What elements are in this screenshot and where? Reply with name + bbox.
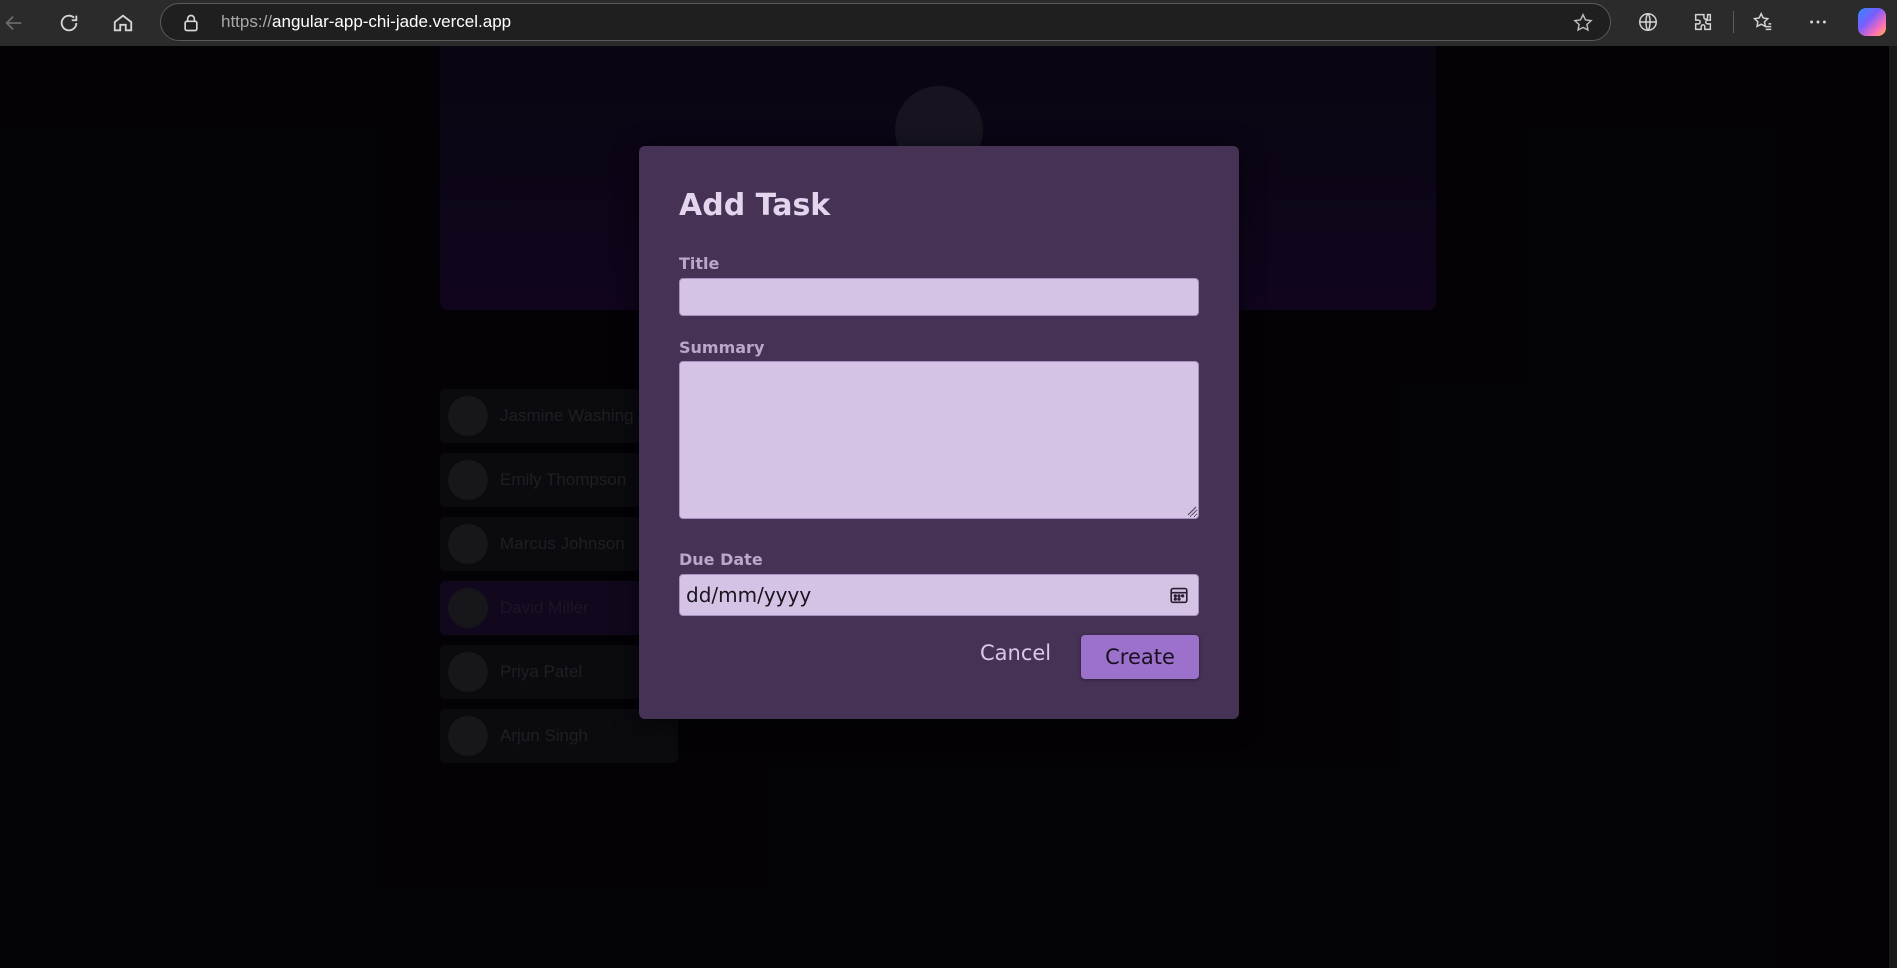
extensions-icon[interactable] <box>1690 9 1716 35</box>
dialog-title: Add Task <box>679 188 831 223</box>
browser-toolbar: https://angular-app-chi-jade.vercel.app <box>0 0 1897 46</box>
refresh-icon[interactable] <box>53 7 85 39</box>
cancel-button[interactable]: Cancel <box>970 632 1061 674</box>
create-button[interactable]: Create <box>1081 635 1199 679</box>
url-host: angular-app-chi-jade.vercel.app <box>272 12 512 31</box>
address-bar[interactable]: https://angular-app-chi-jade.vercel.app <box>160 3 1611 41</box>
url-protocol: https:// <box>221 12 273 31</box>
scrollbar[interactable] <box>1889 46 1897 968</box>
url-text: https://angular-app-chi-jade.vercel.app <box>221 12 511 32</box>
star-icon[interactable] <box>1572 12 1594 34</box>
favorites-icon[interactable] <box>1750 9 1776 35</box>
toolbar-separator <box>1733 11 1734 33</box>
due-date-input[interactable]: dd/mm/yyyy <box>679 574 1199 616</box>
globe-icon[interactable] <box>1635 9 1661 35</box>
more-icon[interactable] <box>1805 9 1831 35</box>
resize-grip-icon[interactable] <box>1185 504 1197 516</box>
copilot-icon[interactable] <box>1858 8 1886 36</box>
summary-textarea[interactable] <box>679 361 1199 519</box>
home-icon[interactable] <box>107 7 139 39</box>
lock-icon[interactable] <box>181 13 201 33</box>
calendar-icon[interactable] <box>1168 584 1190 606</box>
summary-label: Summary <box>679 338 765 357</box>
title-input[interactable] <box>679 278 1199 316</box>
due-date-label: Due Date <box>679 550 763 569</box>
title-label: Title <box>679 254 720 273</box>
due-date-placeholder: dd/mm/yyyy <box>686 583 812 607</box>
back-icon[interactable] <box>0 7 30 39</box>
add-task-dialog: Add Task Title Summary Due Date dd/mm/yy… <box>639 146 1239 719</box>
